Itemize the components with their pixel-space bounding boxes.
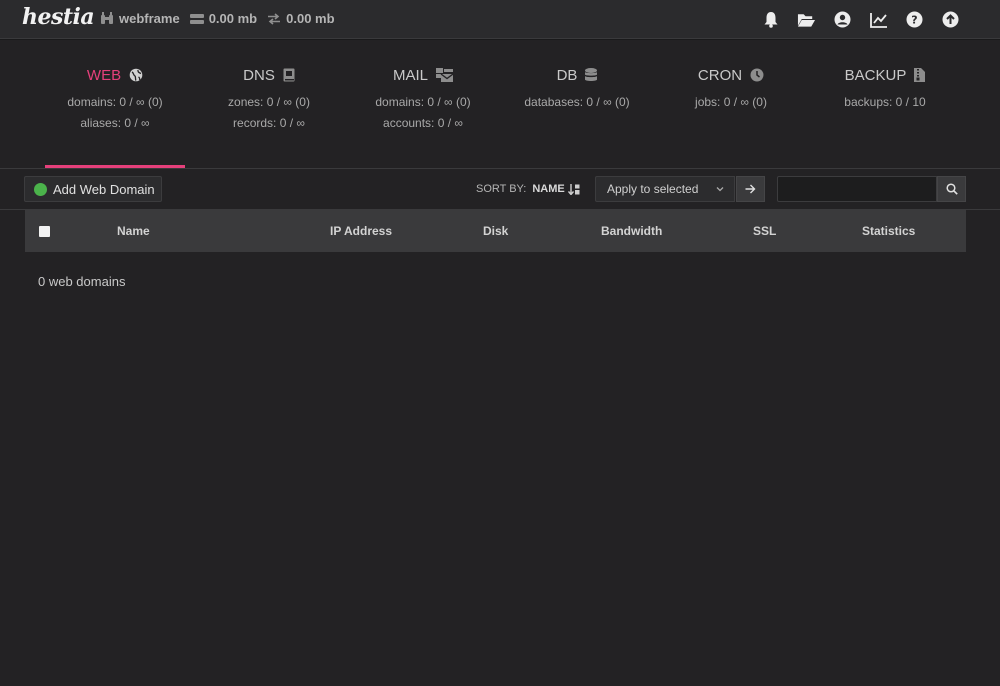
- tab-dns-title: DNS: [199, 60, 339, 90]
- search-button[interactable]: [937, 176, 966, 202]
- stat-line: records: 0 / ∞: [233, 116, 305, 130]
- stat-line: jobs: 0 / ∞ (0): [695, 95, 767, 109]
- tab-backup-title: BACKUP: [815, 60, 955, 90]
- tab-mail-label: MAIL: [392, 66, 428, 84]
- tab-backup[interactable]: BACKUP backups: 0 / 10: [815, 60, 955, 168]
- sort-label: SORT BY:: [476, 183, 527, 195]
- disk-usage-value: 0.00 mb: [208, 11, 258, 26]
- bell-icon[interactable]: [761, 10, 780, 29]
- apply-button[interactable]: [736, 176, 765, 202]
- add-web-domain-button[interactable]: Add Web Domain: [24, 176, 162, 202]
- select-all-checkbox[interactable]: [39, 226, 50, 237]
- file-archive-icon: [914, 68, 926, 82]
- search-input[interactable]: [777, 176, 937, 202]
- table-header: Name IP Address Disk Bandwidth SSL Stati…: [25, 210, 966, 252]
- toolbar: Add Web Domain SORT BY: NAME Apply to se…: [0, 169, 1000, 209]
- tab-mail-title: MAIL: [353, 60, 493, 90]
- svg-text:?: ?: [911, 14, 917, 27]
- stats-menu: WEB domains: 0 / ∞ (0) aliases: 0 / ∞ DN…: [45, 60, 955, 168]
- tab-cron-label: CRON: [697, 66, 743, 84]
- binoculars-icon: [101, 12, 113, 24]
- tab-dns-label: DNS: [243, 66, 275, 84]
- tab-cron[interactable]: CRON jobs: 0 / ∞ (0): [661, 60, 801, 168]
- tab-cron-title: CRON: [661, 60, 801, 90]
- tab-dns[interactable]: DNS zones: 0 / ∞ (0) records: 0 / ∞: [199, 60, 339, 168]
- tab-web-title: WEB: [45, 60, 185, 90]
- username: webframe: [119, 11, 180, 26]
- tab-mail[interactable]: MAIL domains: 0 / ∞ (0) accounts: 0 / ∞: [353, 60, 493, 168]
- bulk-action-select[interactable]: Apply to selected: [595, 176, 735, 202]
- column-header-bandwidth[interactable]: Bandwidth: [601, 224, 662, 238]
- top-icons: ?: [744, 10, 960, 29]
- help-icon[interactable]: ?: [905, 10, 924, 29]
- sort-value: NAME: [532, 183, 565, 195]
- database-icon: [585, 68, 598, 81]
- stat-line: databases: 0 / ∞ (0): [524, 95, 630, 109]
- account-info: webframe 0.00 mb 0.00 mb: [100, 11, 345, 26]
- globe-icon: [129, 68, 143, 82]
- stat-line: aliases: 0 / ∞: [80, 116, 150, 130]
- book-icon: [283, 68, 295, 82]
- tab-db-label: DB: [556, 66, 578, 84]
- column-header-disk[interactable]: Disk: [483, 224, 508, 238]
- bandwidth-usage: 0.00 mb: [267, 11, 335, 26]
- stat-line: accounts: 0 / ∞: [383, 116, 463, 130]
- user-circle-icon[interactable]: [833, 10, 852, 29]
- tab-db-title: DB: [507, 60, 647, 90]
- sort-control[interactable]: SORT BY: NAME: [476, 183, 580, 195]
- tab-db[interactable]: DB databases: 0 / ∞ (0): [507, 60, 647, 168]
- hdd-icon: [189, 13, 204, 24]
- column-header-ssl[interactable]: SSL: [753, 224, 776, 238]
- upload-icon[interactable]: [941, 10, 960, 29]
- empty-state-text: 0 web domains: [38, 274, 126, 289]
- tab-backup-label: BACKUP: [844, 66, 907, 84]
- clock-icon: [750, 68, 764, 82]
- chevron-down-icon: [716, 187, 724, 192]
- column-header-ip-address[interactable]: IP Address: [330, 224, 392, 238]
- add-web-domain-label: Add Web Domain: [53, 181, 155, 197]
- sort-alpha-icon: [567, 183, 580, 195]
- exchange-icon: [268, 12, 281, 25]
- top-bar: hestia webframe 0.00 mb 0.00 mb ?: [0, 0, 1000, 39]
- disk-usage: 0.00 mb: [189, 11, 258, 26]
- stat-line: backups: 0 / 10: [844, 95, 926, 109]
- plus-circle-icon: [34, 182, 47, 196]
- chart-line-icon[interactable]: [869, 10, 888, 29]
- bandwidth-usage-value: 0.00 mb: [286, 11, 335, 26]
- stat-line: domains: 0 / ∞ (0): [67, 95, 163, 109]
- search-icon: [945, 183, 958, 195]
- stat-line: domains: 0 / ∞ (0): [375, 95, 471, 109]
- column-header-statistics[interactable]: Statistics: [862, 224, 915, 238]
- bulk-action-value: Apply to selected: [607, 182, 699, 196]
- column-header-name[interactable]: Name: [117, 224, 150, 238]
- tab-web-label: WEB: [86, 66, 122, 84]
- mail-bulk-icon: [436, 68, 453, 82]
- arrow-right-icon: [745, 184, 756, 194]
- app-logo[interactable]: hestia: [22, 4, 95, 30]
- folder-open-icon[interactable]: [797, 10, 816, 29]
- user-info[interactable]: webframe: [100, 11, 180, 26]
- tab-web[interactable]: WEB domains: 0 / ∞ (0) aliases: 0 / ∞: [45, 60, 185, 168]
- stat-line: zones: 0 / ∞ (0): [228, 95, 310, 109]
